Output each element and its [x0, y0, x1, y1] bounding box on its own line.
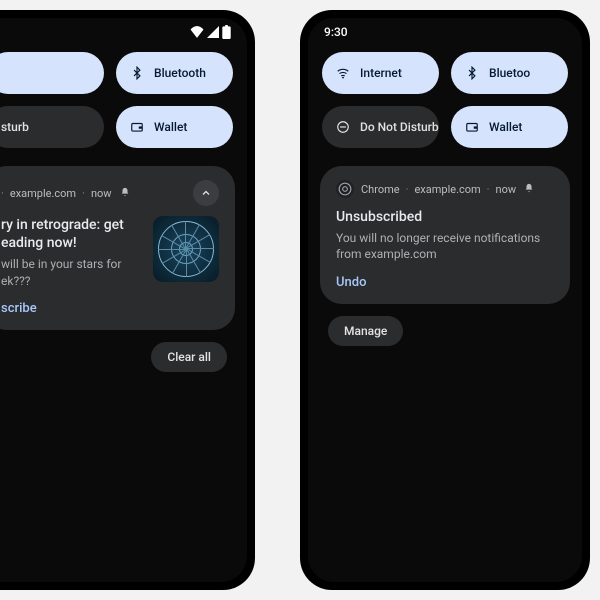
- unsubscribe-action[interactable]: scribe: [1, 301, 219, 316]
- notif-thumbnail: [153, 216, 219, 282]
- bell-icon: [524, 183, 534, 196]
- phone-right: 9:30 Internet Bluetoo Do Not Dist: [300, 10, 590, 590]
- undo-action[interactable]: Undo: [336, 275, 554, 290]
- notif-title: ry in retrograde: get eading now!: [1, 216, 141, 252]
- dnd-icon: [336, 120, 350, 134]
- battery-icon: [222, 25, 231, 39]
- bluetooth-icon: [465, 66, 479, 80]
- signal-icon: [207, 26, 219, 38]
- qs-tile-wallet[interactable]: Wallet: [116, 106, 233, 148]
- notif-header: Chrome · example.com · now: [336, 180, 554, 198]
- notification-card[interactable]: · example.com · now ry in retrograde: ge…: [0, 166, 235, 330]
- notif-source: example.com: [10, 187, 76, 200]
- qs-tile-internet[interactable]: Internet: [322, 52, 439, 94]
- qs-tile-dnd[interactable]: sturb: [0, 106, 104, 148]
- qs-row-1: Internet Bluetoo: [308, 46, 582, 100]
- manage-button[interactable]: Manage: [328, 316, 403, 346]
- qs-row-2: sturb Wallet: [0, 100, 247, 154]
- notif-title: Unsubscribed: [336, 208, 554, 226]
- notif-source: example.com: [414, 183, 480, 196]
- wallet-icon: [465, 120, 479, 134]
- qs-tile[interactable]: [0, 52, 104, 94]
- qs-row-1: Bluetooth: [0, 46, 247, 100]
- qs-row-2: Do Not Disturb Wallet: [308, 100, 582, 154]
- chrome-icon: [336, 180, 354, 198]
- status-time: 9:30: [324, 25, 348, 39]
- status-bar: [0, 18, 247, 46]
- bell-icon: [120, 187, 130, 200]
- wallet-icon: [130, 120, 144, 134]
- collapse-button[interactable]: [193, 180, 219, 206]
- notif-subtitle: will be in your stars for ek???: [1, 256, 141, 288]
- status-bar: 9:30: [308, 18, 582, 46]
- qs-tile-bluetooth[interactable]: Bluetooth: [116, 52, 233, 94]
- notification-card[interactable]: Chrome · example.com · now Unsubscribed …: [320, 166, 570, 304]
- phone-left: Bluetooth sturb Wallet · example.com · n…: [0, 10, 255, 590]
- notif-subtitle: You will no longer receive notifications…: [336, 230, 554, 262]
- qs-tile-wallet[interactable]: Wallet: [451, 106, 568, 148]
- notif-footer: Manage: [308, 304, 582, 358]
- notif-time: now: [91, 187, 112, 200]
- notif-header: · example.com · now: [1, 180, 219, 206]
- bluetooth-icon: [130, 66, 144, 80]
- wifi-icon: [336, 66, 350, 80]
- notif-footer: Clear all: [0, 330, 247, 384]
- notif-time: now: [496, 183, 517, 196]
- notif-app: Chrome: [361, 183, 400, 196]
- wifi-icon: [190, 26, 204, 38]
- clear-all-button[interactable]: Clear all: [151, 342, 227, 372]
- qs-tile-dnd[interactable]: Do Not Disturb: [322, 106, 439, 148]
- qs-tile-bluetooth[interactable]: Bluetoo: [451, 52, 568, 94]
- chevron-up-icon: [200, 187, 212, 199]
